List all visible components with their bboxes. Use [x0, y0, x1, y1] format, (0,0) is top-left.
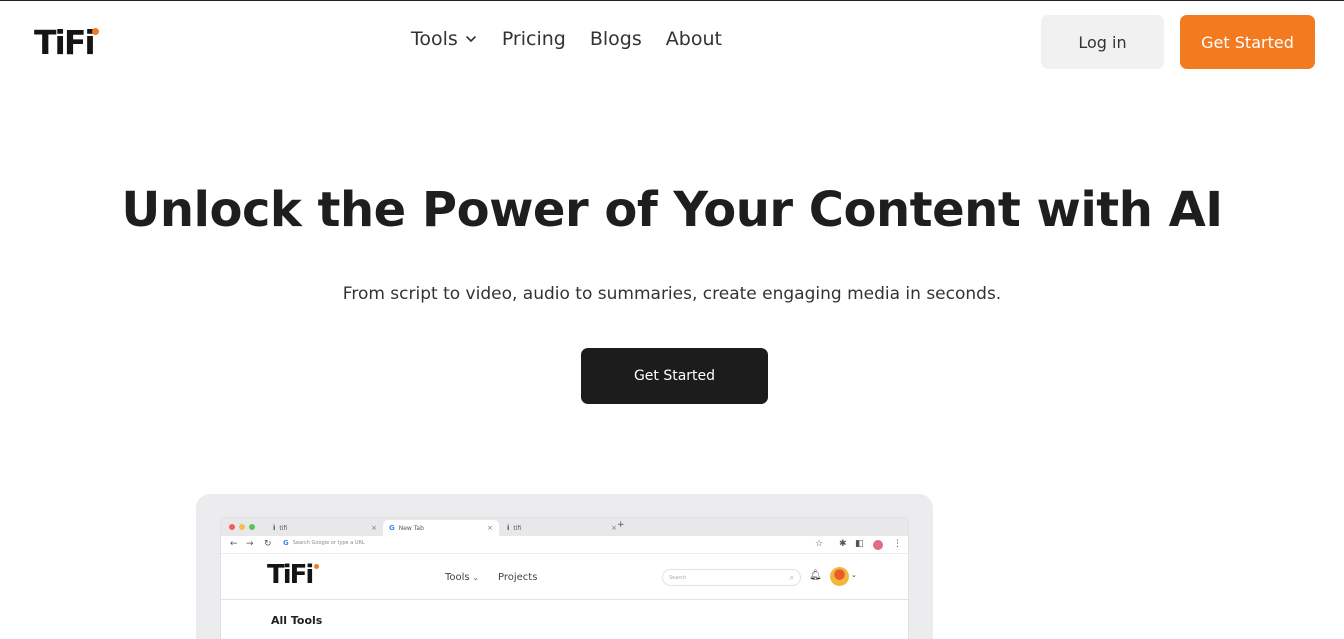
preview-browser-window: i tifi × G New Tab × i tifi × + ← → ↻ G …: [220, 517, 909, 639]
new-tab-icon: +: [617, 520, 625, 530]
close-icon: ×: [371, 524, 377, 532]
extensions-icon: ✱: [839, 539, 847, 549]
hero-title: Unlock the Power of Your Content with AI: [121, 182, 1223, 238]
preview-tab-2: G New Tab ×: [383, 520, 499, 536]
logo-accent-dot: [92, 28, 99, 35]
chevron-down-icon: ⌄: [851, 571, 857, 579]
preview-avatar: [830, 567, 849, 586]
chevron-down-icon: ⌄: [472, 573, 479, 582]
preview-search-input: Search ⌕: [662, 569, 801, 586]
google-icon: G: [283, 539, 289, 547]
preview-browser-toolbar: ← → ↻ G Search Google or type a URL ☆ ✱ …: [221, 536, 908, 554]
preview-tab-2-label: New Tab: [398, 524, 424, 532]
more-vert-icon: ⋮: [893, 539, 902, 549]
chevron-down-icon: [466, 36, 476, 42]
search-icon: ⌕: [789, 572, 794, 582]
window-top-border: [0, 0, 1344, 1]
preview-nav-tools-label: Tools: [445, 572, 470, 583]
hero-subtitle: From script to video, audio to summaries…: [342, 284, 1002, 304]
preview-section-title: All Tools: [271, 614, 323, 627]
preview-tab-1-label: tifi: [279, 524, 288, 532]
preview-tifi-logo: TiFi: [267, 560, 319, 590]
nav-blogs-label: Blogs: [589, 28, 642, 50]
maximize-dot-icon: [249, 524, 255, 530]
preview-tab-3-label: tifi: [513, 524, 522, 532]
close-icon: ×: [487, 524, 493, 532]
hero-get-started-button[interactable]: Get Started: [581, 348, 768, 404]
tab-favicon-icon: i: [273, 524, 276, 532]
nav-pricing[interactable]: Pricing: [502, 28, 566, 50]
logo-accent-dot: [314, 564, 319, 569]
preview-app-header: TiFi Tools ⌄ Projects Search ⌕ 🔔︎ ⌄: [221, 554, 908, 600]
nav-tools[interactable]: Tools: [411, 28, 478, 50]
preview-search-placeholder: Search: [669, 574, 687, 581]
nav-pricing-label: Pricing: [501, 28, 566, 50]
back-arrow-icon: ←: [230, 539, 238, 549]
star-icon: ☆: [815, 539, 824, 549]
preview-tab-bar: i tifi × G New Tab × i tifi × +: [221, 518, 908, 536]
minimize-dot-icon: [239, 524, 245, 530]
nav-about-label: About: [665, 28, 722, 50]
nav-blogs[interactable]: Blogs: [590, 28, 642, 50]
header-get-started-button[interactable]: Get Started: [1180, 15, 1315, 69]
nav-about[interactable]: About: [666, 28, 722, 50]
preview-address-placeholder: Search Google or type a URL: [292, 540, 365, 546]
sidepanel-icon: ◧: [855, 539, 864, 549]
preview-nav-projects-label: Projects: [498, 572, 538, 583]
google-icon: G: [389, 524, 395, 532]
bell-icon: 🔔︎: [809, 570, 822, 581]
login-button[interactable]: Log in: [1041, 15, 1164, 69]
tifi-logo[interactable]: TiFi: [34, 23, 99, 62]
preview-address-bar: G Search Google or type a URL: [283, 539, 365, 547]
preview-nav-projects: Projects: [498, 572, 537, 583]
preview-tab-1: i tifi ×: [267, 520, 383, 536]
main-nav: Tools Pricing Blogs About: [411, 28, 722, 50]
nav-tools-label: Tools: [411, 28, 458, 50]
preview-tab-3: i tifi ×: [501, 520, 617, 536]
preview-nav-tools: Tools ⌄: [445, 572, 479, 583]
forward-arrow-icon: →: [246, 539, 254, 549]
reload-icon: ↻: [264, 539, 272, 549]
preview-logo-text: TiFi: [267, 560, 314, 590]
close-dot-icon: [229, 524, 235, 530]
tab-favicon-icon: i: [507, 524, 510, 532]
profile-icon: [873, 540, 883, 550]
logo-text: TiFi: [34, 23, 96, 62]
